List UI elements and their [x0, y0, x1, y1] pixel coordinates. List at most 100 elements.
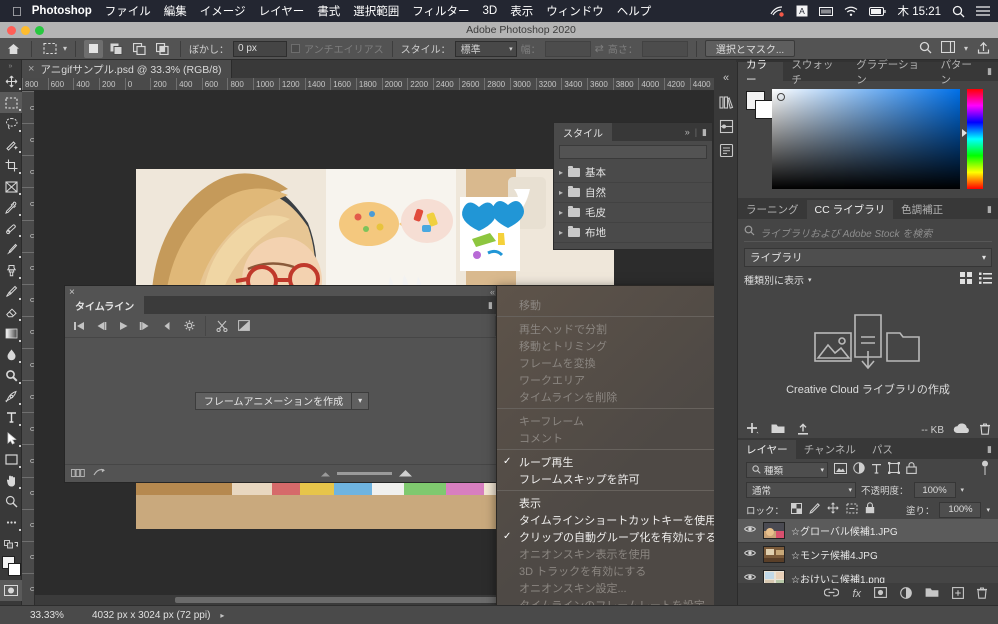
history-brush-tool[interactable] — [0, 281, 22, 302]
workspace-icon[interactable] — [941, 41, 955, 56]
context-menu-item[interactable]: ✓ループ再生 — [497, 453, 740, 470]
style-group-row[interactable]: ▸基本 — [554, 163, 712, 183]
zoom-tool[interactable] — [0, 491, 22, 512]
height-input[interactable] — [642, 41, 688, 57]
libraries-dock-icon[interactable] — [714, 90, 738, 114]
new-library-folder-icon[interactable] — [771, 423, 785, 437]
view-by-label[interactable]: 種類別に表示 — [744, 272, 804, 287]
audio-icon[interactable] — [158, 317, 176, 335]
frame-tool[interactable] — [0, 176, 22, 197]
new-selection-button[interactable] — [84, 40, 103, 58]
layer-row[interactable]: ☆グローバル候補1.JPG — [738, 519, 998, 543]
hue-slider-marker[interactable] — [962, 129, 967, 137]
hand-tool[interactable] — [0, 470, 22, 491]
panel-menu-icon[interactable]: ▮ — [702, 127, 707, 138]
quick-mask-icon[interactable] — [0, 580, 22, 601]
brush-tool[interactable] — [0, 239, 22, 260]
menu-type[interactable]: 書式 — [317, 3, 340, 19]
chevron-right-icon[interactable]: ▸ — [559, 188, 563, 197]
menu-help[interactable]: ヘルプ — [617, 3, 652, 19]
smartobject-filter-icon[interactable] — [906, 462, 917, 477]
clone-stamp-tool[interactable] — [0, 260, 22, 281]
tab-learning[interactable]: ラーニング — [738, 200, 807, 219]
library-search-input[interactable]: ライブラリおよび Adobe Stock を検索 — [760, 225, 932, 240]
next-frame-icon[interactable] — [136, 317, 154, 335]
timeline-zoom-slider[interactable] — [337, 472, 392, 475]
chevron-right-icon[interactable]: ▸ — [559, 168, 563, 177]
eyedropper-tool[interactable] — [0, 197, 22, 218]
chevron-down-icon[interactable]: ▾ — [961, 486, 965, 494]
lock-artboard-icon[interactable] — [846, 503, 858, 517]
layer-visibility-eye-icon[interactable] — [743, 525, 757, 536]
fill-input[interactable]: 100% — [939, 502, 981, 518]
color-swatches[interactable] — [0, 554, 22, 580]
play-icon[interactable] — [114, 317, 132, 335]
menu-layer[interactable]: レイヤー — [259, 3, 305, 19]
width-input[interactable] — [545, 41, 591, 57]
minimize-window-button[interactable] — [21, 26, 30, 35]
zoom-out-icon[interactable] — [320, 469, 331, 479]
lock-position-icon[interactable] — [827, 502, 839, 517]
input-source-A-icon[interactable]: A — [796, 5, 808, 17]
lasso-tool[interactable] — [0, 113, 22, 134]
style-group-row[interactable]: ▸布地 — [554, 223, 712, 243]
move-tool[interactable] — [0, 71, 22, 92]
cloud-icon[interactable] — [953, 423, 971, 437]
antialias-checkbox[interactable]: アンチエイリアス — [291, 41, 384, 56]
menu-file[interactable]: ファイル — [105, 3, 151, 19]
battery-icon[interactable] — [869, 6, 886, 17]
create-frame-animation-button[interactable]: フレームアニメーションを作成 — [195, 392, 352, 410]
render-video-icon[interactable] — [93, 468, 106, 479]
pixel-filter-icon[interactable] — [834, 463, 847, 477]
menu-window[interactable]: ウィンドウ — [546, 3, 604, 19]
style-group-row[interactable]: ▸毛皮 — [554, 203, 712, 223]
select-and-mask-button[interactable]: 選択とマスク... — [705, 40, 795, 57]
add-layer-style-fx-icon[interactable]: fx — [852, 588, 861, 600]
upload-icon[interactable] — [797, 423, 809, 438]
add-to-selection-button[interactable] — [107, 40, 126, 58]
settings-gear-icon[interactable] — [180, 317, 198, 335]
chevron-down-icon[interactable]: ▾ — [63, 44, 67, 53]
tab-patterns[interactable]: パターン — [932, 62, 987, 81]
battery-bar-icon[interactable] — [819, 6, 833, 17]
tab-channels[interactable]: チャンネル — [796, 440, 864, 459]
adjustments-dock-icon[interactable] — [714, 114, 738, 138]
tab-swatches[interactable]: スウォッチ — [783, 62, 848, 81]
tab-cc-libraries[interactable]: CC ライブラリ — [807, 200, 894, 219]
new-group-icon[interactable] — [925, 587, 939, 601]
window-controls[interactable] — [0, 26, 44, 35]
split-at-playhead-scissors-icon[interactable] — [213, 317, 231, 335]
document-tab[interactable]: × アニgifサンプル.psd @ 33.3% (RGB/8) — [22, 60, 232, 78]
context-menu-item[interactable]: フレームスキップを許可 — [497, 470, 740, 487]
add-layer-mask-icon[interactable] — [874, 587, 887, 601]
chevron-right-icon[interactable]: ▸ — [559, 208, 563, 217]
type-filter-icon[interactable] — [871, 463, 882, 477]
zoom-level[interactable]: 33.33% — [0, 610, 92, 621]
style-group-row[interactable]: ▸自然 — [554, 183, 712, 203]
panel-menu-icon[interactable]: ▮ — [987, 444, 998, 455]
menu-select[interactable]: 選択範囲 — [353, 3, 399, 19]
adjustment-filter-icon[interactable] — [853, 462, 865, 477]
layer-visibility-eye-icon[interactable] — [743, 549, 757, 560]
blend-mode-select[interactable]: 通常 ▾ — [746, 482, 856, 498]
rectangular-marquee-tool[interactable] — [0, 92, 22, 113]
lock-transparent-pixels-icon[interactable] — [791, 503, 802, 517]
control-center-icon[interactable] — [976, 5, 990, 17]
new-layer-icon[interactable] — [952, 587, 964, 602]
crop-tool[interactable] — [0, 155, 22, 176]
default-colors-swap-icon[interactable] — [0, 533, 22, 554]
rectangle-tool[interactable] — [0, 449, 22, 470]
close-window-button[interactable] — [7, 26, 16, 35]
new-adjustment-layer-icon[interactable] — [900, 587, 912, 602]
menu-view[interactable]: 表示 — [510, 3, 533, 19]
close-icon[interactable]: × — [28, 63, 34, 75]
transition-icon[interactable] — [235, 317, 253, 335]
delete-layer-icon[interactable] — [977, 587, 987, 602]
tab-adjustments[interactable]: 色調補正 — [893, 200, 951, 219]
expand-icon[interactable]: » — [685, 127, 690, 137]
color-picker-marker[interactable] — [777, 93, 785, 101]
quick-selection-tool[interactable] — [0, 134, 22, 155]
color-saturation-value-field[interactable] — [772, 89, 960, 189]
menu-edit[interactable]: 編集 — [164, 3, 187, 19]
tab-layers[interactable]: レイヤー — [738, 440, 796, 459]
